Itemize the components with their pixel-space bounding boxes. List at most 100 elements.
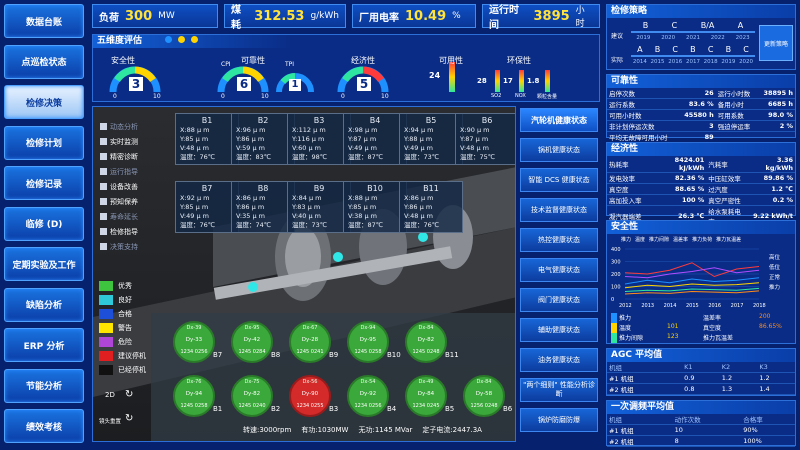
nav-item[interactable]: 数据台账 — [4, 4, 84, 38]
vibration-circle: Dx-75 Dy-82 1245 0240 — [231, 375, 273, 417]
rotate-icon[interactable]: ↻ — [125, 389, 133, 400]
circle-values: 1234 0256 — [180, 349, 208, 355]
camera-reset-button[interactable]: 镜头重置 — [99, 417, 121, 425]
nav-item[interactable]: 检修决策 — [4, 85, 84, 119]
freq-panel: 一次调频平均值 机组 动作次数 合格率 #1 机组 10 90% #2 机组 8 100% — [606, 400, 796, 447]
legend-label: 建议停机 — [118, 352, 146, 360]
legend-item: 合格 — [97, 307, 153, 321]
menu-item-icon — [100, 168, 107, 175]
nav-item[interactable]: 绩效考核 — [4, 409, 84, 443]
side-menu-item[interactable]: 运行指导 — [97, 164, 153, 179]
bearing-card: B8 X:86 μ m Y:86 μ m V:35 μ m 温度：74℃ — [231, 181, 295, 233]
legend-label: 危险 — [118, 338, 132, 346]
gauge-safety-label: 安全性 — [111, 56, 135, 65]
nox-value: 17 — [503, 77, 513, 85]
table-cell: #2 机组 — [607, 435, 673, 447]
nav-item[interactable]: 临修 (D) — [4, 206, 84, 241]
table-cell: 1.3 — [719, 383, 758, 395]
health-status-button[interactable]: 汽轮机健康状态 — [520, 108, 598, 132]
health-status-button[interactable]: 阀门健康状态 — [520, 288, 598, 312]
strategy-cell: 2017 — [685, 59, 700, 65]
bearing-v: V:38 μ m — [348, 212, 377, 220]
health-status-button[interactable]: 热控健康状态 — [520, 228, 598, 252]
x-tick-label: 2015 — [686, 303, 699, 309]
table-row: 启停次数 26 运行小时数 38895 h — [607, 88, 795, 99]
side-menu-item[interactable]: 决策支持 — [97, 239, 153, 254]
nav-item[interactable]: 节能分析 — [4, 368, 84, 403]
nav-item[interactable]: 缺陷分析 — [4, 287, 84, 322]
reactive-power-value: 无功:1145 MVar — [358, 426, 413, 434]
view-2d-button[interactable]: 2D — [105, 391, 115, 399]
reliability-panel: 可靠性 启停次数 26 运行小时数 38895 h 运行系数 83.6 % 备用小时 6685… — [606, 74, 796, 143]
bearing-name: B2 — [257, 116, 269, 125]
strategy-cell: 2019 — [721, 59, 736, 65]
circle-values: 1245 0241 — [296, 349, 324, 355]
circle-label: B5 — [445, 405, 455, 413]
table-row: 运行系数 83.6 % 备用小时 6685 h — [607, 98, 795, 110]
menu-item-icon — [100, 138, 107, 145]
table-row: #2 机组 0.8 1.3 1.4 — [607, 383, 795, 395]
safety-row: 温度 101 真空度 86.65% — [611, 323, 793, 333]
timeline-line — [631, 31, 755, 33]
health-status-button[interactable]: 锅炉防磨防爆 — [520, 408, 598, 432]
side-menu-item[interactable]: 动态分析 — [97, 119, 153, 134]
legend-item: 建议停机 — [97, 349, 153, 363]
side-menu-item[interactable]: 寿命延长 — [97, 209, 153, 224]
health-status-button[interactable]: 锅机健康状态 — [520, 138, 598, 162]
table-cell: 100 % — [647, 194, 707, 206]
strategy-years-2: 2014 2015 2016 2017 2018 2019 2020 — [631, 59, 755, 65]
table-cell: #1 机组 — [607, 424, 673, 436]
side-menu-item[interactable]: 预知保养 — [97, 194, 153, 209]
status-legend: 优秀 良好 合格 警告 危险 建议停机 已经停机 — [97, 279, 153, 377]
economy-title: 经济性 — [607, 143, 795, 156]
table-cell: 38895 h — [757, 88, 795, 99]
health-status-button[interactable]: 智能 DCS 健康状态 — [520, 168, 598, 192]
series-line — [624, 282, 760, 289]
bearing-card: B2 X:96 μ m Y:86 μ m V:59 μ m 温度：83℃ — [231, 113, 295, 165]
agc-table: 机组 K1 K2 K3 #1 机组 0.9 1.2 1.2 #2 机组 0.8 1.3 1.4 — [607, 362, 795, 395]
eval-panel: 五维度评估 安全性 3 0 10 可靠性 CPI TPI 6 1 0 10 经济… — [92, 34, 600, 102]
vibration-circle: Dx-84 Dy-58 1256 0248 — [463, 375, 505, 417]
scale-min: 0 — [113, 93, 117, 100]
health-status-button[interactable]: 辅助健康状态 — [520, 318, 598, 342]
menu-item-label: 决策支持 — [110, 242, 138, 251]
legend-label: 合格 — [118, 310, 132, 318]
update-strategy-button[interactable]: 更新策略 — [759, 25, 793, 61]
circle-label: B1 — [213, 405, 223, 413]
gauge-economy-value: 5 — [357, 77, 371, 91]
safety-chart: 0 100 200 300 400 2012 2013 2014 2015 2016 2017 201… — [611, 247, 766, 309]
nav-item[interactable]: 检修计划 — [4, 125, 84, 160]
side-menu-item[interactable]: 精密诊断 — [97, 149, 153, 164]
table-cell: 强迫停运率 — [715, 120, 758, 132]
economy-panel: 经济性 热耗率 8424.01 kJ/kWh 汽耗率 3.36 kg/kWh 发电效率 8… — [606, 142, 796, 248]
strategy-cell: 2020 — [661, 35, 676, 41]
health-status-button[interactable]: "两个细则" 性能分析诊断 — [520, 378, 598, 402]
header-cell: 机组 — [607, 414, 673, 425]
scale-min: 0 — [341, 93, 345, 100]
health-status-button[interactable]: 电气健康状态 — [520, 258, 598, 282]
gauge-reliability-label: 可靠性 — [241, 56, 265, 65]
header-cell: K2 — [719, 362, 758, 373]
nav-item[interactable]: 检修记录 — [4, 166, 84, 200]
safety-label2: 推力瓦温差 — [703, 335, 734, 342]
nav-item[interactable]: 点巡检状态 — [4, 44, 84, 79]
bearing-y: Y:88 μ m — [404, 135, 433, 143]
level-legend-item: 高位 — [769, 255, 781, 261]
nav-item[interactable]: ERP 分析 — [4, 328, 84, 362]
side-menu-item[interactable]: 检修指导 — [97, 224, 153, 239]
nav-item[interactable]: 定期实验及工作 — [4, 247, 84, 281]
y-tick-label: 200 — [611, 272, 621, 278]
refresh-icon[interactable]: ↻ — [125, 413, 133, 424]
safety-value: 101 — [667, 323, 679, 330]
strategy-actual-label: 实际 — [611, 57, 624, 64]
eval-title: 五维度评估 — [93, 35, 293, 48]
health-status-button[interactable]: 技术监督健康状态 — [520, 198, 598, 222]
strategy-cell: 2021 — [685, 35, 700, 41]
bearing-x: X:112 μ m — [292, 126, 326, 134]
health-status-button[interactable]: 油务健康状态 — [520, 348, 598, 372]
side-menu-item[interactable]: 实时监测 — [97, 134, 153, 149]
circle-dx: Dx-95 — [244, 325, 260, 331]
side-menu-item[interactable]: 设备改善 — [97, 179, 153, 194]
table-cell: 0.9 — [682, 372, 720, 384]
kpi-coal: 煤耗 312.53 g/kWh — [224, 4, 346, 31]
